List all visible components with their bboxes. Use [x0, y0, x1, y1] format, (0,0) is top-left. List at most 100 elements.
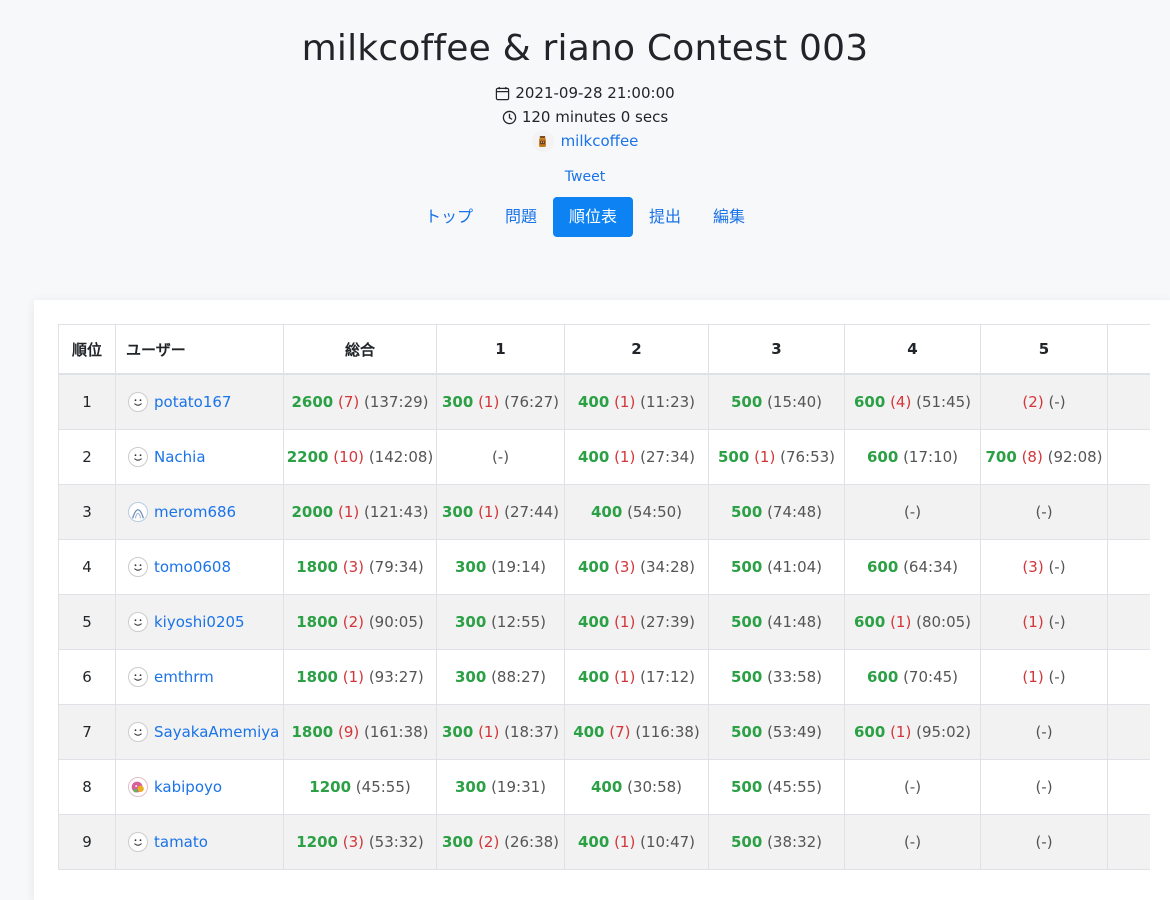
problem-cell: (3) (-): [980, 539, 1108, 595]
coffee-bottle-icon: [539, 135, 546, 147]
smiley-avatar-icon: [128, 832, 148, 852]
score: 1800: [296, 613, 338, 631]
elapsed-time: (-): [1048, 613, 1066, 631]
elapsed-time: (-): [1035, 833, 1053, 851]
tab-problems[interactable]: 問題: [489, 197, 553, 237]
tab-standings[interactable]: 順位表: [552, 197, 633, 237]
elapsed-time: (88:27): [491, 668, 547, 686]
user-link[interactable]: tamato: [154, 833, 208, 851]
standings-table-scroll[interactable]: 順位 ユーザー 総合 1 2 3 4 5 1 potato167 2600 (7) …: [58, 324, 1150, 884]
score: 500: [730, 778, 763, 796]
header-problem-6[interactable]: [1107, 324, 1150, 375]
problem-cell: 300 (1) (18:37): [436, 704, 565, 760]
score: 500: [730, 503, 763, 521]
problem-cell: 500 (53:49): [708, 704, 845, 760]
header-user: ユーザー: [115, 324, 284, 375]
elapsed-time: (-): [903, 833, 922, 851]
score: 2000: [291, 503, 334, 521]
problem-cell: (-): [980, 484, 1108, 540]
table-row: 4 tomo0608 1800 (3) (79:34) 300 (19:14) 400 …: [58, 539, 1150, 595]
start-time: 2021-09-28 21:00:00: [515, 84, 675, 102]
elapsed-time: (10:47): [640, 833, 696, 851]
score: 400: [577, 833, 610, 851]
problem-cell: (-): [980, 814, 1108, 870]
elapsed-time: (17:10): [903, 448, 959, 466]
header-problem-1[interactable]: 1: [436, 324, 565, 375]
user-link[interactable]: potato167: [154, 393, 231, 411]
tab-submit[interactable]: 提出: [633, 197, 697, 237]
rank-cell: 8: [58, 759, 116, 815]
score: 300: [441, 833, 474, 851]
problem-cell: 500 (41:48): [708, 594, 845, 650]
penalty-count: (2): [1022, 393, 1044, 411]
problem-cell: (1) (-): [980, 649, 1108, 705]
penalty-count: (2): [342, 613, 365, 631]
user-link[interactable]: Nachia: [154, 448, 206, 466]
problem-cell: [1107, 429, 1150, 485]
elapsed-time: (76:27): [504, 393, 560, 411]
score: 300: [441, 723, 474, 741]
problem-cell: 800: [1107, 373, 1150, 430]
penalty-count: (7): [338, 393, 360, 411]
tweet-link[interactable]: Tweet: [0, 167, 1170, 187]
elapsed-time: (-): [1048, 558, 1066, 576]
score: 1800: [296, 668, 338, 686]
problem-cell: (2) (-): [980, 373, 1108, 430]
penalty-count: (1): [342, 668, 365, 686]
elapsed-time: (76:53): [780, 448, 836, 466]
elapsed-time: (92:08): [1047, 448, 1103, 466]
elapsed-time: (-): [1048, 668, 1066, 686]
user-link[interactable]: kiyoshi0205: [154, 613, 245, 631]
contest-title: milkcoffee & riano Contest 003: [301, 28, 869, 69]
elapsed-time: (41:04): [767, 558, 823, 576]
elapsed-time: (-): [1035, 503, 1053, 521]
header-problem-3[interactable]: 3: [708, 324, 845, 375]
owner-avatar: [531, 130, 554, 152]
elapsed-time: (121:43): [364, 503, 429, 521]
user-link[interactable]: kabipoyo: [154, 778, 222, 796]
smiley-avatar-icon: [128, 667, 148, 687]
header-problem-2[interactable]: 2: [564, 324, 709, 375]
score: 500: [730, 613, 763, 631]
elapsed-time: (54:50): [627, 503, 683, 521]
user-link[interactable]: merom686: [154, 503, 236, 521]
owner-link[interactable]: milkcoffee: [561, 129, 639, 153]
user-cell: potato167: [115, 373, 284, 430]
user-cell: SayakaAmemiya: [115, 704, 284, 760]
smiley-avatar-icon: [128, 392, 148, 412]
table-row: 9 tamato 1200 (3) (53:32) 300 (2) (26:38) 40…: [58, 814, 1150, 870]
elapsed-time: (-): [903, 503, 922, 521]
total-cell: 2600 (7) (137:29): [283, 373, 437, 430]
problem-cell: 500 (38:32): [708, 814, 845, 870]
penalty-count: (10): [333, 448, 365, 466]
rank-cell: 1: [58, 373, 116, 430]
tab-edit[interactable]: 編集: [697, 197, 761, 237]
elapsed-time: (142:08): [368, 448, 434, 466]
header-problem-5[interactable]: 5: [980, 324, 1108, 375]
penalty-count: (7): [609, 723, 631, 741]
penalty-count: (3): [1022, 558, 1044, 576]
elapsed-time: (53:32): [368, 833, 424, 851]
header-problem-4[interactable]: 4: [844, 324, 981, 375]
problem-cell: (-): [436, 429, 565, 485]
user-link[interactable]: emthrm: [154, 668, 214, 686]
elapsed-time: (45:55): [355, 778, 411, 796]
problem-cell: 700 (8) (92:08): [980, 429, 1108, 485]
header-total: 総合: [283, 324, 437, 375]
problem-cell: 600 (4) (51:45): [844, 373, 981, 430]
problem-cell: 500 (45:55): [708, 759, 845, 815]
problem-cell: 500 (74:48): [708, 484, 845, 540]
user-link[interactable]: SayakaAmemiya: [154, 723, 279, 741]
elapsed-time: (74:48): [767, 503, 823, 521]
user-cell: emthrm: [115, 649, 284, 705]
rank-cell: 6: [58, 649, 116, 705]
problem-cell: (-): [844, 759, 981, 815]
user-cell: kiyoshi0205: [115, 594, 284, 650]
user-link[interactable]: tomo0608: [154, 558, 231, 576]
duration-line: 120 minutes 0 secs: [0, 105, 1170, 129]
penalty-count: (1): [338, 503, 360, 521]
penalty-count: (3): [342, 558, 365, 576]
tab-top[interactable]: トップ: [409, 197, 489, 237]
user-cell: Nachia: [115, 429, 284, 485]
rank-cell: 5: [58, 594, 116, 650]
